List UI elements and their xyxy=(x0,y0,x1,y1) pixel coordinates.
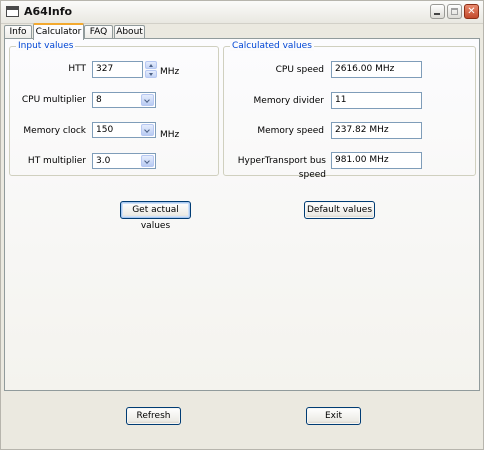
calculated-values-group: Calculated values CPU speed 2616.00 MHz … xyxy=(223,41,476,180)
memory-clock-unit: MHz xyxy=(160,130,180,140)
app-window: A64Info ✕ Info Calculator FAQ About Inpu… xyxy=(0,0,484,450)
minimize-button[interactable] xyxy=(430,4,445,19)
title-bar[interactable]: A64Info ✕ xyxy=(1,1,483,24)
maximize-button[interactable] xyxy=(447,4,462,19)
chevron-down-icon[interactable] xyxy=(141,124,154,136)
htt-field[interactable]: 327 xyxy=(92,61,143,78)
tab-info[interactable]: Info xyxy=(4,25,32,39)
get-actual-values-button[interactable]: Get actual values xyxy=(120,201,191,231)
htt-unit: MHz xyxy=(160,67,180,77)
window-title: A64Info xyxy=(24,5,73,18)
ht-multiplier-label: HT multiplier xyxy=(27,156,86,166)
chevron-down-icon[interactable] xyxy=(141,155,154,167)
calculated-values-title: Calculated values xyxy=(230,41,314,51)
cpu-multiplier-value: 8 xyxy=(96,95,102,105)
exit-button[interactable]: Exit xyxy=(306,407,361,425)
default-values-button[interactable]: Default values xyxy=(304,201,375,219)
htt-stepper[interactable] xyxy=(145,61,157,78)
ht-multiplier-value: 3.0 xyxy=(96,156,111,166)
stepper-down-icon[interactable] xyxy=(145,70,157,78)
close-button[interactable]: ✕ xyxy=(464,4,479,19)
memory-clock-value: 150 xyxy=(96,125,114,135)
htt-label: HTT xyxy=(68,64,86,74)
memory-divider-label: Memory divider xyxy=(253,96,324,106)
memory-speed-label: Memory speed xyxy=(257,126,324,136)
memory-speed-field[interactable]: 237.82 MHz xyxy=(331,122,422,139)
cpu-multiplier-select[interactable]: 8 xyxy=(92,92,156,108)
stepper-up-icon[interactable] xyxy=(145,61,157,69)
maximize-icon xyxy=(448,5,461,18)
minimize-icon xyxy=(431,5,444,18)
refresh-button[interactable]: Refresh xyxy=(126,407,181,425)
memory-clock-label: Memory clock xyxy=(23,126,86,136)
ht-bus-speed-label: HyperTransport bus speed xyxy=(237,156,326,180)
cpu-multiplier-label: CPU multiplier xyxy=(21,95,86,105)
close-icon: ✕ xyxy=(467,6,476,17)
tab-faq[interactable]: FAQ xyxy=(84,25,113,39)
ht-bus-speed-field[interactable]: 981.00 MHz xyxy=(331,152,422,169)
tab-about[interactable]: About xyxy=(114,25,145,39)
input-values-title: Input values xyxy=(16,41,76,51)
app-window-icon xyxy=(6,6,19,17)
chevron-down-icon[interactable] xyxy=(141,94,154,106)
calculator-panel: Input values HTT 327 MHz CPU multiplier … xyxy=(4,38,480,391)
tab-calculator[interactable]: Calculator xyxy=(33,23,84,40)
memory-clock-select[interactable]: 150 xyxy=(92,122,156,138)
memory-divider-field[interactable]: 11 xyxy=(331,92,422,109)
ht-multiplier-select[interactable]: 3.0 xyxy=(92,153,156,169)
input-values-group: Input values HTT 327 MHz CPU multiplier … xyxy=(9,41,219,176)
cpu-speed-field[interactable]: 2616.00 MHz xyxy=(331,61,422,78)
cpu-speed-label: CPU speed xyxy=(275,65,324,75)
